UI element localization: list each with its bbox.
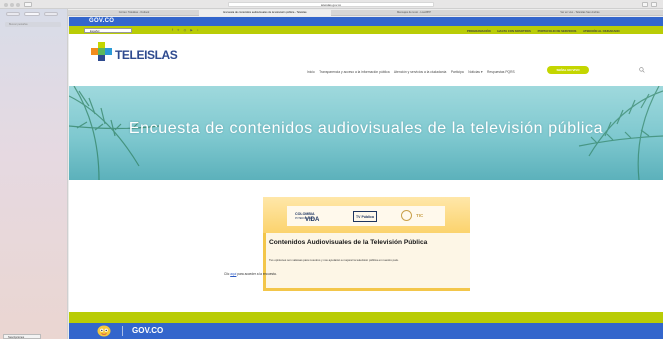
brand-name[interactable]: TELEISLAS	[115, 48, 178, 62]
card-accent-bottom	[263, 288, 470, 291]
social-links: f✦◎▶♪	[172, 28, 202, 32]
sidebar-search-input[interactable]: Buscar pestañas	[5, 22, 61, 27]
tab-mensajes[interactable]: Mensajes de texto - LiveWPP	[331, 10, 497, 16]
zoom-window-button[interactable]	[16, 3, 20, 7]
browser-sidebar: Buscar pestañas Suscripciones	[0, 9, 68, 339]
tab-group-pill[interactable]	[44, 12, 58, 16]
tic-seal-icon	[401, 210, 412, 221]
nav-inicio[interactable]: Inicio	[307, 70, 315, 74]
footer-divider	[122, 326, 123, 336]
card-description: Tus opiniones son valiosas para nosotros…	[269, 258, 399, 262]
new-tab-button[interactable]	[651, 2, 657, 7]
address-bar[interactable]: teleislas.gov.co	[228, 2, 434, 7]
webpage: GOV.CO Español f✦◎▶♪ PROGRAMACIÓN HAGTA …	[69, 17, 663, 339]
nav-participa[interactable]: Participa	[451, 70, 464, 74]
share-button[interactable]	[642, 2, 648, 7]
partner-logos: COLOMBIA POTENCIA DE LA VIDA TV Pública …	[287, 206, 445, 226]
tab-bar: Correo: Teleislas - Outlook Encuesta de …	[0, 10, 663, 16]
govco-logo[interactable]: GOV.CO	[89, 18, 114, 24]
nav-atencion[interactable]: Atención y servicios a la ciudadanía	[394, 70, 446, 74]
gov-bar: GOV.CO	[69, 17, 663, 26]
footer-gov-bar: GOV.CO	[69, 323, 663, 339]
browser-toolbar: teleislas.gov.co	[0, 0, 663, 9]
tab-outlook[interactable]: Correo: Teleislas - Outlook	[69, 10, 199, 16]
top-utility-bar: Español f✦◎▶♪ PROGRAMACIÓN HAGTA CON NOS…	[69, 26, 663, 34]
search-icon[interactable]	[639, 67, 645, 73]
footer-accent-bar	[69, 312, 663, 323]
link-hagta-con-nosotros[interactable]: HAGTA CON NOSOTROS	[497, 29, 530, 33]
top-links: PROGRAMACIÓN HAGTA CON NOSOTROS PORTAFOL…	[467, 29, 626, 33]
card-title: Contenidos Audiovisuales de la Televisió…	[269, 239, 428, 246]
survey-link-line: Clic aquí para acceder a la encuesta.	[224, 272, 277, 276]
tab-group-pill-active[interactable]	[24, 12, 40, 16]
tab-encuesta[interactable]: Encuesta de contenidos audiovisuales de …	[199, 10, 331, 16]
link-programacion[interactable]: PROGRAMACIÓN	[467, 29, 491, 33]
card-accent	[263, 233, 266, 288]
page-title: Encuesta de contenidos audiovisuales de …	[128, 120, 604, 137]
nav-transparencia[interactable]: Transparencia y acceso a la información …	[319, 70, 389, 74]
footer-govco-logo[interactable]: GOV.CO	[132, 326, 163, 335]
nav-pqrs[interactable]: Respuestas PQRS	[487, 70, 515, 74]
main-nav: Inicio Transparencia y acceso a la infor…	[307, 70, 518, 74]
tab-group-pill[interactable]	[6, 12, 20, 16]
nav-noticias[interactable]: Noticias ▾	[468, 70, 482, 74]
tab-ver-en-vivo[interactable]: Ver en vivo - Teleislas San Andrés	[497, 10, 663, 16]
language-select[interactable]: Español	[84, 27, 132, 33]
link-portafolio[interactable]: PORTAFOLIO DE SERVICIOS	[538, 29, 577, 33]
colombia-vida-logo: VIDA	[305, 217, 320, 223]
sidebar-subscriptions-button[interactable]: Suscripciones	[3, 334, 41, 339]
co-mascot-icon	[97, 325, 111, 337]
twitter-icon[interactable]: ✦	[177, 28, 184, 32]
close-window-button[interactable]	[4, 3, 8, 7]
minimize-window-button[interactable]	[10, 3, 14, 7]
live-signal-button[interactable]: SEÑAL EN VIVO	[547, 66, 589, 74]
tv-publica-logo: TV Pública	[353, 211, 377, 222]
tiktok-icon[interactable]: ♪	[197, 28, 203, 32]
teleislas-logo-icon[interactable]	[91, 42, 113, 62]
site-header: TELEISLAS Inicio Transparencia y acceso …	[69, 34, 663, 86]
tic-logo: TIC	[416, 213, 424, 218]
link-atencion-ciudadano[interactable]: ATENCIÓN AL CIUDADANO	[583, 29, 620, 33]
hero-banner: Encuesta de contenidos audiovisuales de …	[69, 86, 663, 180]
survey-card[interactable]: COLOMBIA POTENCIA DE LA VIDA TV Pública …	[263, 197, 470, 291]
sidebar-toggle-button[interactable]	[24, 2, 32, 7]
